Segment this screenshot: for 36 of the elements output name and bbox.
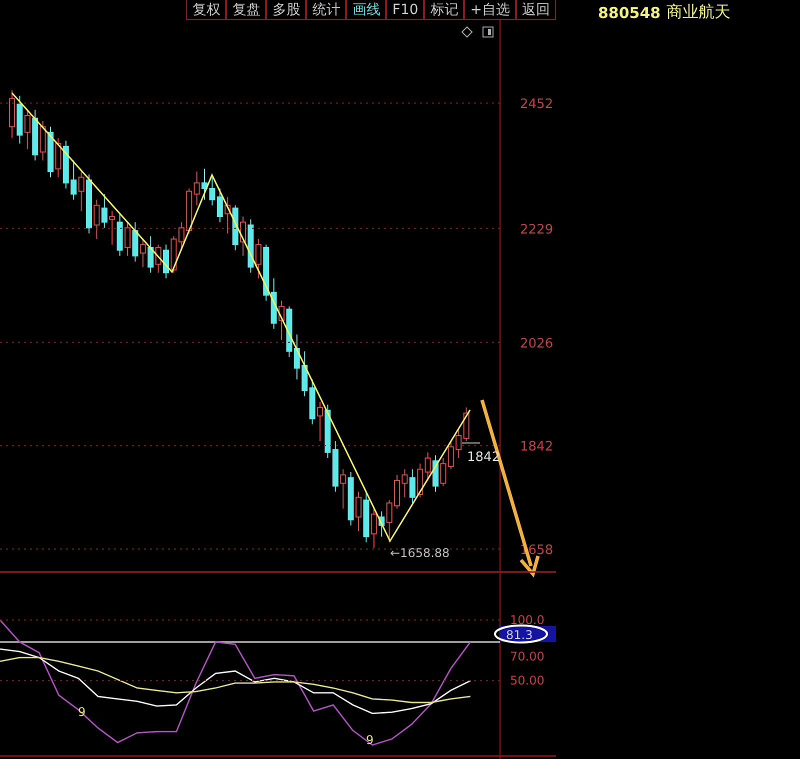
security-name: 商业航天	[666, 2, 731, 23]
toolbar-button[interactable]: 画线	[346, 0, 386, 20]
candle	[356, 491, 362, 532]
current-value-label: 81.3	[506, 628, 533, 642]
diamond-icon[interactable]	[461, 26, 473, 38]
highlight-circle	[494, 624, 548, 644]
candle	[124, 222, 130, 256]
candle	[48, 126, 54, 178]
candle	[86, 174, 92, 234]
window-icon[interactable]	[482, 26, 494, 38]
security-code: 880548	[598, 3, 661, 22]
candle	[202, 168, 208, 200]
candle	[317, 401, 323, 442]
toolbar-button[interactable]: 复盘	[226, 0, 266, 20]
toolbar-button[interactable]: 统计	[306, 0, 346, 20]
candle	[278, 300, 284, 341]
toolbar-button[interactable]: 标记	[424, 0, 464, 20]
price-axis-label: 2229	[520, 222, 554, 238]
candle	[432, 454, 438, 492]
candle	[394, 474, 400, 510]
candle	[163, 244, 169, 279]
low-price-label: ←1658.88	[390, 546, 450, 560]
price-axis-label: 2026	[520, 336, 554, 352]
price-axis-label: 2452	[520, 97, 554, 112]
candle	[9, 90, 15, 138]
toolbar-button[interactable]: +自选	[464, 0, 516, 20]
toolbar-button[interactable]: F10	[386, 0, 424, 20]
price-axis-label: 1842	[520, 440, 554, 455]
indicator-axis-label: 100.0	[510, 613, 544, 628]
toolbar-button[interactable]: 返回	[516, 0, 556, 20]
leader-line	[462, 442, 480, 444]
toolbar-button[interactable]: 复权	[186, 0, 226, 20]
toolbar-button[interactable]: 多股	[266, 0, 306, 20]
candle	[240, 216, 246, 256]
indicator-axis-label: 70.00	[510, 649, 544, 664]
indicator-axis-label: 50.00	[510, 674, 544, 688]
